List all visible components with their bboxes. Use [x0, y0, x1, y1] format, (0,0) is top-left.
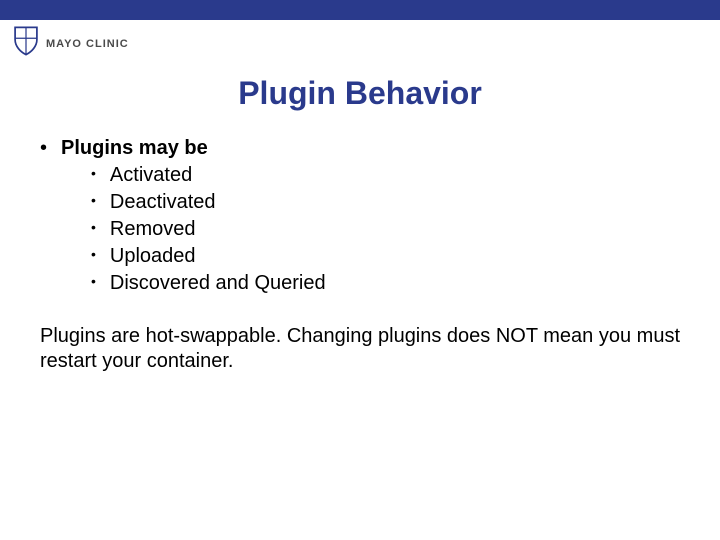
slide-content: • Plugins may be • Activated • Deactivat… — [0, 112, 720, 374]
bullet-level2-text: Activated — [110, 163, 192, 188]
bullet-dot-icon: • — [91, 190, 96, 215]
bullet-level2-item: • Uploaded — [61, 244, 680, 269]
bullet-dot-icon: • — [91, 163, 96, 188]
slide-title: Plugin Behavior — [0, 75, 720, 112]
bullet-level2-text: Removed — [110, 217, 196, 242]
bullet-level1: • Plugins may be • Activated • Deactivat… — [40, 136, 680, 296]
bullet-level2-item: • Removed — [61, 217, 680, 242]
top-accent-bar — [0, 0, 720, 20]
bullet-level2-item: • Deactivated — [61, 190, 680, 215]
bullet-level2-text: Discovered and Queried — [110, 271, 326, 296]
body-paragraph: Plugins are hot-swappable. Changing plug… — [40, 324, 680, 374]
slide: MAYO CLINIC Plugin Behavior • Plugins ma… — [0, 0, 720, 540]
brand-name: MAYO CLINIC — [46, 38, 129, 50]
bullet-dot-icon: • — [91, 217, 96, 242]
bullet-level1-text: Plugins may be — [61, 136, 680, 161]
bullet-level2-text: Deactivated — [110, 190, 216, 215]
bullet-level2-text: Uploaded — [110, 244, 196, 269]
bullet-level2-item: • Activated — [61, 163, 680, 188]
shield-icon — [12, 26, 40, 61]
bullet-dot-icon: • — [40, 136, 47, 296]
bullet-dot-icon: • — [91, 271, 96, 296]
logo-row: MAYO CLINIC — [0, 20, 720, 61]
bullet-level2-item: • Discovered and Queried — [61, 271, 680, 296]
bullet-dot-icon: • — [91, 244, 96, 269]
